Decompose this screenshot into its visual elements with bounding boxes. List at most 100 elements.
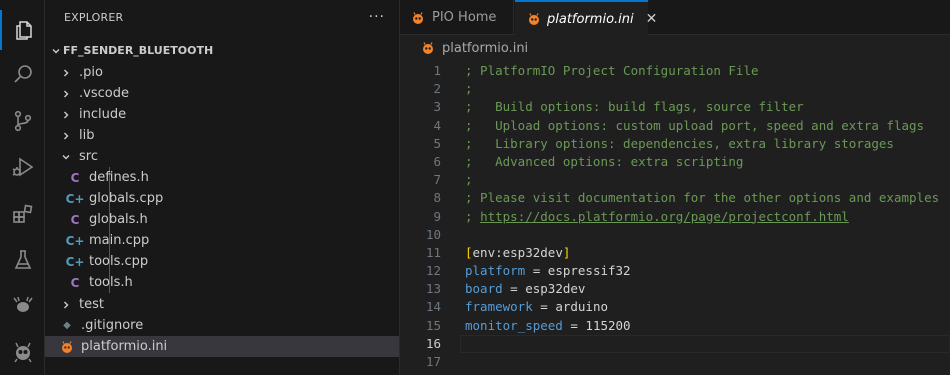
tree-item-label: .pio: [79, 65, 103, 80]
tree-item-label: tools.h: [89, 275, 133, 290]
line-number: 6: [433, 153, 441, 169]
config-key: board: [465, 281, 503, 297]
testing-icon[interactable]: [0, 240, 45, 280]
cpp-file-icon: C+: [65, 191, 85, 206]
chevron-right-icon: [59, 298, 73, 312]
comment-text: ;: [465, 81, 473, 97]
source-control-icon[interactable]: [0, 101, 45, 141]
section-bracket: [: [465, 244, 473, 260]
equals-sign: =: [502, 281, 526, 297]
chevron-right-icon: [59, 129, 73, 143]
tree-item-vscode[interactable]: .vscode: [45, 83, 399, 104]
chevron-right-icon: [59, 66, 73, 80]
code-line: 5 ; Library options: dependencies, extra …: [400, 135, 950, 153]
tab-platformio-ini[interactable]: platformio.ini ✕: [515, 0, 657, 36]
equals-sign: =: [532, 299, 556, 315]
tree-item-main-cpp[interactable]: C+ main.cpp: [45, 230, 399, 251]
tree-item-label: .vscode: [79, 86, 129, 101]
run-debug-icon[interactable]: [0, 147, 45, 187]
line-number: 7: [433, 172, 441, 188]
chevron-down-icon: [49, 44, 63, 58]
comment-text: ; Build options: build flags, source fil…: [465, 99, 804, 115]
tree-item-globals-h[interactable]: C globals.h: [45, 209, 399, 230]
c-header-file-icon: C: [70, 212, 80, 227]
code-line: 14 framework = arduino: [400, 298, 950, 316]
c-header-file-icon: C: [70, 170, 80, 185]
code-line: 17: [400, 353, 950, 371]
equals-sign: =: [562, 317, 586, 333]
comment-text: ; Library options: dependencies, extra l…: [465, 135, 894, 151]
c-header-file-icon: C: [70, 275, 80, 290]
tree-item-pio[interactable]: .pio: [45, 62, 399, 83]
config-key: monitor_speed: [465, 317, 563, 333]
code-line: 11 [env:esp32dev]: [400, 244, 950, 262]
code-line: 3 ; Build options: build flags, source fi…: [400, 98, 950, 116]
code-line-current: 16: [400, 334, 950, 354]
line-number: 9: [433, 208, 441, 224]
tree-item-tools-cpp[interactable]: C+ tools.cpp: [45, 251, 399, 272]
tree-item-tools-h[interactable]: C tools.h: [45, 272, 399, 293]
config-value: 115200: [585, 317, 631, 333]
tree-item-label: include: [79, 107, 127, 122]
config-value: esp32dev: [525, 281, 586, 297]
tree-item-label: main.cpp: [89, 233, 150, 248]
tree-item-platformio-ini[interactable]: platformio.ini: [45, 336, 399, 357]
line-number: 4: [433, 117, 441, 133]
tree-item-defines-h[interactable]: C defines.h: [45, 167, 399, 188]
code-editor[interactable]: 1 ; PlatformIO Project Configuration File…: [400, 62, 950, 371]
explorer-icon[interactable]: [0, 10, 45, 50]
line-number: 2: [433, 81, 441, 97]
tab-pio-home[interactable]: PIO Home: [400, 0, 514, 35]
section-bracket: ]: [562, 244, 571, 260]
line-number: 12: [425, 263, 441, 279]
line-number: 5: [433, 135, 441, 151]
code-line: 15 monitor_speed = 115200: [400, 317, 950, 335]
comment-text: ; Advanced options: extra scripting: [465, 153, 744, 169]
tree-item-gitignore[interactable]: ◆ .gitignore: [45, 315, 399, 336]
line-number: 16: [425, 335, 441, 351]
breadcrumb-file: platformio.ini: [442, 40, 529, 56]
tree-item-globals-cpp[interactable]: C+ globals.cpp: [45, 188, 399, 209]
tree-item-label: globals.cpp: [89, 191, 164, 206]
more-actions-icon[interactable]: ···: [369, 9, 385, 25]
tab-label: platformio.ini: [547, 11, 634, 27]
line-number: 10: [425, 226, 441, 242]
tree-item-src[interactable]: src: [45, 146, 399, 167]
search-icon[interactable]: [0, 55, 45, 95]
config-value: espressif32: [547, 263, 631, 279]
platformio-ant-icon[interactable]: [0, 285, 45, 325]
chevron-down-icon: [59, 150, 73, 164]
comment-text: ; Please visit documentation for the oth…: [465, 190, 940, 206]
config-key: framework: [465, 299, 533, 315]
code-line: 6 ; Advanced options: extra scripting: [400, 153, 950, 171]
tree-item-lib[interactable]: lib: [45, 125, 399, 146]
line-number: 3: [433, 99, 441, 115]
tree-item-label: test: [79, 297, 104, 312]
code-line: 2;: [400, 80, 950, 98]
breadcrumb[interactable]: platformio.ini: [400, 37, 528, 59]
comment-text: ; PlatformIO Project Configuration File: [465, 63, 759, 78]
tree-item-test[interactable]: test: [45, 294, 399, 315]
tree-item-label: lib: [79, 128, 95, 143]
equals-sign: =: [525, 263, 548, 279]
line-number: 13: [425, 281, 441, 297]
editor-area: PIO Home platformio.ini ✕ platformio.ini…: [400, 0, 950, 375]
documentation-link[interactable]: https://docs.platformio.org/page/project…: [480, 209, 849, 224]
tab-bar: PIO Home platformio.ini ✕: [400, 0, 950, 36]
tree-item-label: defines.h: [89, 170, 149, 185]
close-icon[interactable]: ✕: [646, 11, 658, 27]
workspace-folder[interactable]: FF_SENDER_BLUETOOTH: [45, 40, 400, 61]
cpp-file-icon: C+: [65, 233, 85, 248]
extensions-icon[interactable]: [0, 194, 45, 234]
tree-item-include[interactable]: include: [45, 104, 399, 125]
code-line: 7;: [400, 171, 950, 189]
code-line: 13 board = esp32dev: [400, 280, 950, 298]
workspace-folder-label: FF_SENDER_BLUETOOTH: [63, 44, 214, 57]
line-number: 1: [433, 63, 441, 78]
code-line: 12 platform = espressif32: [400, 262, 950, 280]
tree-item-label: src: [79, 149, 98, 164]
config-value: arduino: [555, 299, 608, 315]
tree-item-label: globals.h: [89, 212, 148, 227]
platformio-alien-icon[interactable]: [0, 332, 45, 372]
code-line: 9; https://docs.platformio.org/page/proj…: [400, 208, 950, 226]
